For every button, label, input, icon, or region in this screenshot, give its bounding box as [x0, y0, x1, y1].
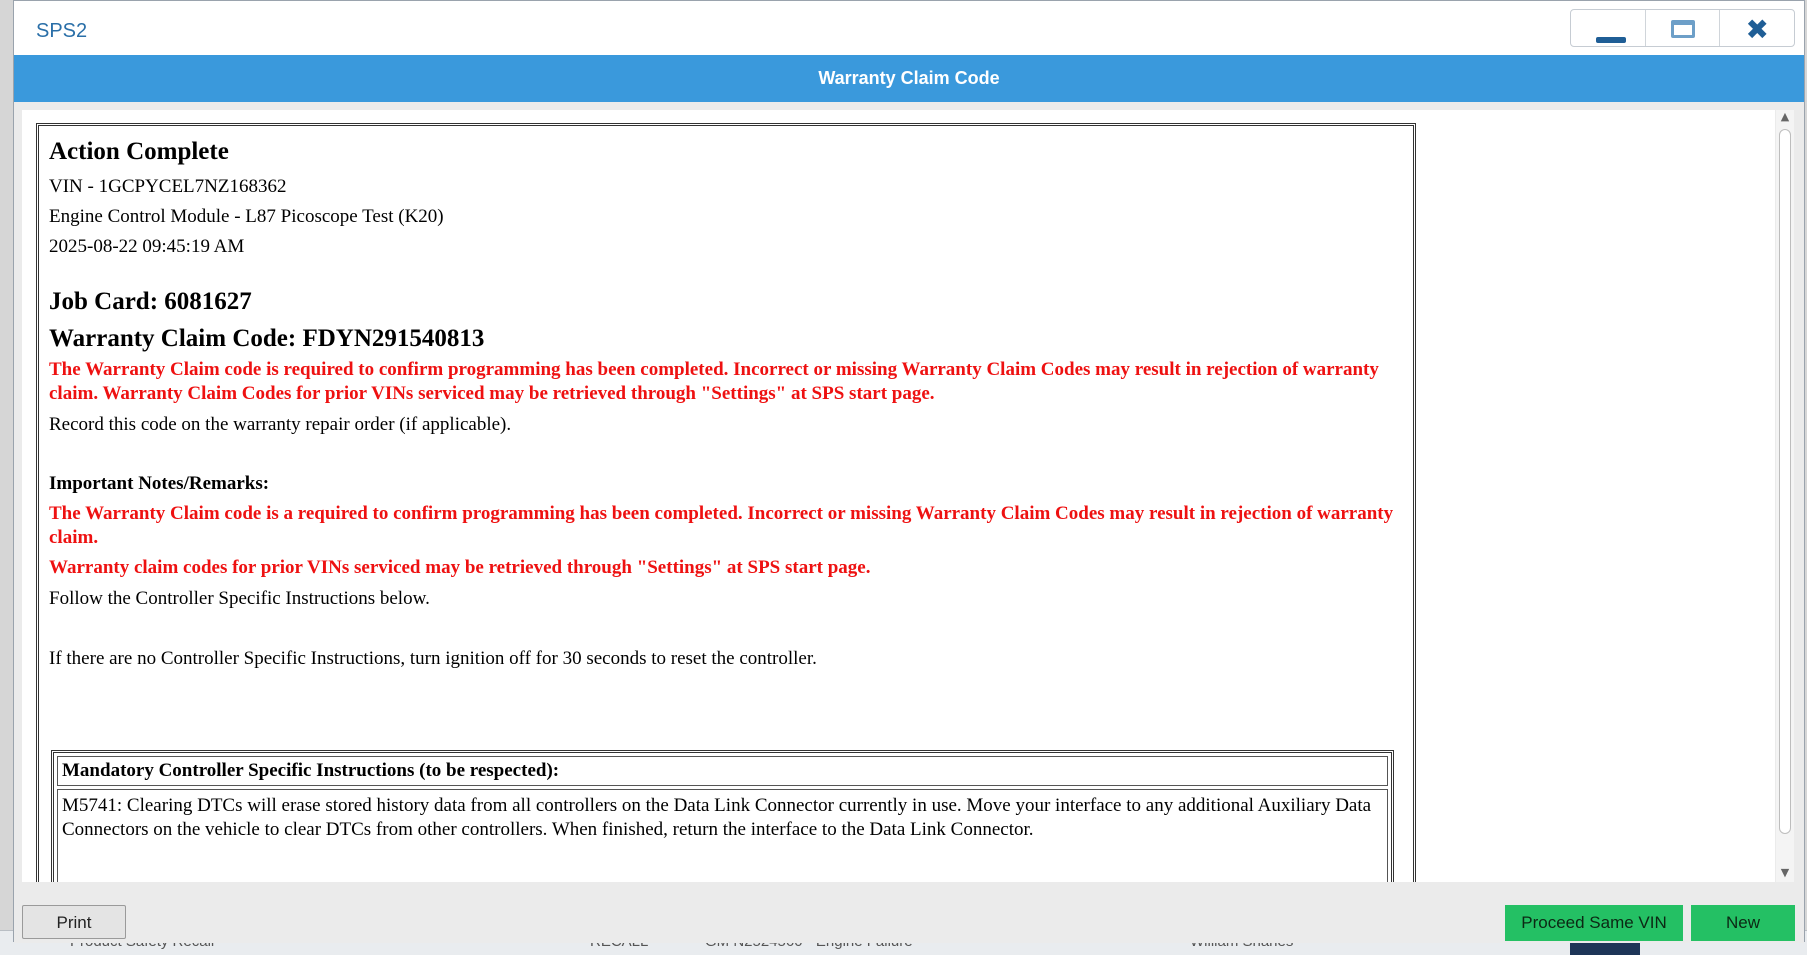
footer-bar: Print Proceed Same VIN New [14, 882, 1804, 943]
mandatory-instructions-box: Mandatory Controller Specific Instructio… [51, 750, 1394, 882]
ignition-instruction: If there are no Controller Specific Inst… [49, 648, 817, 669]
notes-title: Important Notes/Remarks: [49, 473, 270, 494]
mandatory-title: Mandatory Controller Specific Instructio… [57, 756, 1388, 786]
minimize-button[interactable] [1571, 10, 1646, 46]
new-button[interactable]: New [1691, 905, 1795, 941]
warranty-warning: The Warranty Claim code is required to c… [49, 359, 1379, 404]
proceed-same-vin-button[interactable]: Proceed Same VIN [1505, 905, 1683, 941]
mandatory-text: M5741: Clearing DTCs will erase stored h… [57, 789, 1388, 882]
scroll-thumb[interactable] [1779, 129, 1791, 834]
content-pane: Action Complete VIN - 1GCPYCEL7NZ168362 … [22, 110, 1775, 882]
scroll-up-icon[interactable]: ▲ [1776, 110, 1794, 126]
print-button[interactable]: Print [22, 905, 126, 939]
close-button[interactable]: ✖ [1720, 10, 1794, 46]
vin-line: VIN - 1GCPYCEL7NZ168362 [49, 176, 287, 197]
record-instruction: Record this code on the warranty repair … [49, 414, 512, 435]
warranty-claim-code: Warranty Claim Code: FDYN291540813 [49, 325, 485, 352]
follow-instruction: Follow the Controller Specific Instructi… [49, 588, 430, 609]
minimize-icon [1596, 37, 1626, 43]
job-card: Job Card: 6081627 [49, 288, 252, 315]
vertical-scrollbar[interactable]: ▲ ▼ [1776, 110, 1794, 882]
close-icon: ✖ [1745, 13, 1769, 46]
timestamp: 2025-08-22 09:45:19 AM [49, 236, 245, 257]
sps2-window: SPS2 ✖ Warranty Claim Code Action Comple… [13, 0, 1805, 943]
scroll-down-icon[interactable]: ▼ [1776, 866, 1794, 882]
dialog-header: Warranty Claim Code [14, 55, 1804, 102]
title-bar: SPS2 ✖ [14, 1, 1804, 54]
settings-warning: Warranty claim codes for prior VINs serv… [49, 557, 871, 578]
report-box: Action Complete VIN - 1GCPYCEL7NZ168362 … [36, 123, 1416, 882]
body-area: Action Complete VIN - 1GCPYCEL7NZ168362 … [14, 102, 1804, 882]
app-title: SPS2 [36, 20, 88, 42]
action-title: Action Complete [49, 138, 229, 165]
module-line: Engine Control Module - L87 Picoscope Te… [49, 206, 444, 227]
maximize-button[interactable] [1646, 10, 1721, 46]
report-content: Action Complete VIN - 1GCPYCEL7NZ168362 … [49, 134, 1403, 674]
notes-warning: The Warranty Claim code is a required to… [49, 503, 1394, 548]
window-controls: ✖ [1570, 9, 1795, 47]
maximize-icon [1670, 20, 1695, 38]
